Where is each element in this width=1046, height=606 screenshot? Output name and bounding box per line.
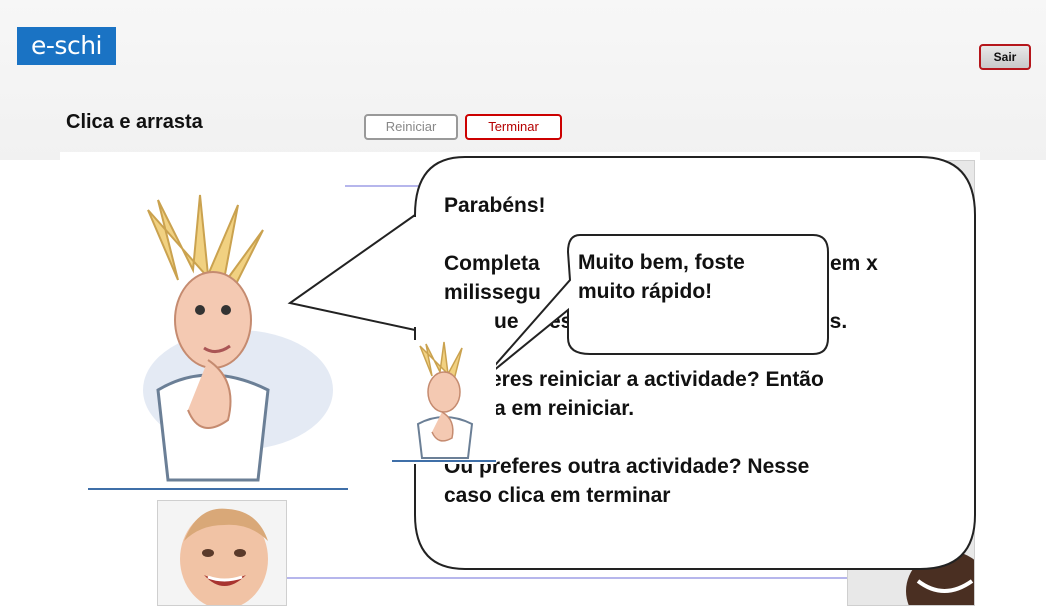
mascot-small: [392, 340, 496, 464]
exit-button[interactable]: Sair: [979, 44, 1031, 70]
congrats-line-8: caso clica em terminar: [444, 484, 671, 507]
praise-line-2: muito rápido!: [578, 280, 713, 303]
restart-button[interactable]: Reiniciar: [364, 114, 458, 140]
praise-line-1: Muito bem, foste: [578, 251, 745, 274]
congrats-line-6: a em reiniciar.: [494, 397, 635, 420]
finish-button[interactable]: Terminar: [465, 114, 562, 140]
mascot-small-illustration: [392, 341, 496, 462]
congrats-line-1: Parabéns!: [444, 194, 546, 217]
app-logo: e-schi: [17, 27, 116, 65]
congrats-line-7: Ou preferes outra actividade? Nesse: [444, 455, 810, 478]
match-line-bottom: [287, 577, 852, 579]
activity-title: Clica e arrasta: [66, 111, 203, 133]
baby-photo-image: [158, 501, 286, 605]
photo-card-baby[interactable]: [157, 500, 287, 606]
praise-text: Muito bem, foste muito rápido!: [578, 248, 818, 306]
